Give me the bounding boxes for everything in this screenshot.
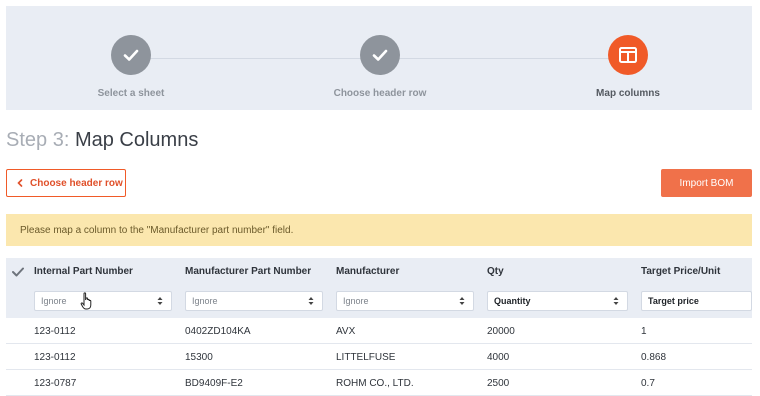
- hand-cursor-icon: [80, 292, 92, 310]
- table-cell: 123-0787: [34, 378, 77, 389]
- column-header: Qty: [487, 266, 504, 277]
- step-label: Map columns: [596, 88, 660, 99]
- import-bom-button[interactable]: Import BOM: [661, 169, 752, 197]
- table-row: 123-0112 0402ZD104KA AVX 20000 1: [6, 318, 752, 344]
- table-header: Internal Part Number Manufacturer Part N…: [6, 258, 752, 318]
- warning-banner: Please map a column to the "Manufacturer…: [6, 214, 752, 246]
- select-value: Quantity: [494, 296, 531, 306]
- step-prefix: Step 3:: [6, 129, 70, 151]
- table-cell: LITTELFUSE: [336, 352, 396, 363]
- table-cell: 4000: [487, 352, 510, 363]
- select-value: Ignore: [343, 296, 369, 306]
- table-cell: 123-0112: [34, 326, 76, 337]
- column-mapping-select[interactable]: Target price: [641, 291, 752, 311]
- table-cell: AVX: [336, 326, 356, 337]
- table-cell: BD9409F-E2: [185, 378, 243, 389]
- check-icon: [360, 35, 400, 75]
- table-cell: ROHM CO., LTD.: [336, 378, 414, 389]
- page-title: Step 3: Map Columns: [6, 129, 198, 152]
- title-main: Map Columns: [74, 129, 199, 151]
- column-mapping-select[interactable]: Quantity: [487, 291, 628, 311]
- mapping-table: Internal Part Number Manufacturer Part N…: [6, 258, 752, 396]
- sort-arrows-icon: [459, 297, 465, 305]
- table-cell: 0.7: [641, 378, 655, 389]
- table-cell: 15300: [185, 352, 213, 363]
- table-cell: 2500: [487, 378, 510, 389]
- column-mapping-select[interactable]: Ignore: [336, 291, 474, 311]
- table-cell: 0.868: [641, 352, 667, 363]
- import-button-label: Import BOM: [679, 177, 734, 189]
- sort-arrows-icon: [613, 297, 619, 305]
- table-cell: 0402ZD104KA: [185, 326, 251, 337]
- column-header: Internal Part Number: [34, 266, 133, 277]
- sort-arrows-icon: [157, 297, 163, 305]
- step-select-sheet[interactable]: Select a sheet: [51, 35, 211, 99]
- select-value: Ignore: [41, 296, 67, 306]
- table-cell: 123-0112: [34, 352, 76, 363]
- column-mapping-select[interactable]: Ignore: [185, 291, 323, 311]
- step-label: Choose header row: [333, 88, 427, 99]
- warning-text: Please map a column to the "Manufacturer…: [20, 224, 294, 236]
- column-header: Manufacturer Part Number: [185, 266, 312, 277]
- chevron-left-icon: [17, 179, 23, 187]
- select-value: Target price: [648, 296, 699, 306]
- check-icon: [111, 35, 151, 75]
- select-value: Ignore: [192, 296, 218, 306]
- choose-header-row-button[interactable]: Choose header row: [6, 169, 126, 197]
- table-row: 123-0112 15300 LITTELFUSE 4000 0.868: [6, 344, 752, 370]
- sort-arrows-icon: [308, 297, 314, 305]
- columns-icon: [608, 35, 648, 75]
- check-icon[interactable]: [12, 264, 24, 282]
- step-label: Select a sheet: [97, 88, 165, 99]
- back-button-label: Choose header row: [30, 177, 123, 189]
- step-map-columns[interactable]: Map columns: [548, 35, 708, 99]
- table-cell: 20000: [487, 326, 515, 337]
- column-mapping-select[interactable]: Ignore: [34, 291, 172, 311]
- column-header: Target Price/Unit: [641, 266, 721, 277]
- stepper: Select a sheet Choose header row Map col…: [6, 6, 752, 110]
- table-row: 123-0787 BD9409F-E2 ROHM CO., LTD. 2500 …: [6, 370, 752, 396]
- table-cell: 1: [641, 326, 647, 337]
- step-choose-header-row[interactable]: Choose header row: [300, 35, 460, 99]
- column-header: Manufacturer: [336, 266, 400, 277]
